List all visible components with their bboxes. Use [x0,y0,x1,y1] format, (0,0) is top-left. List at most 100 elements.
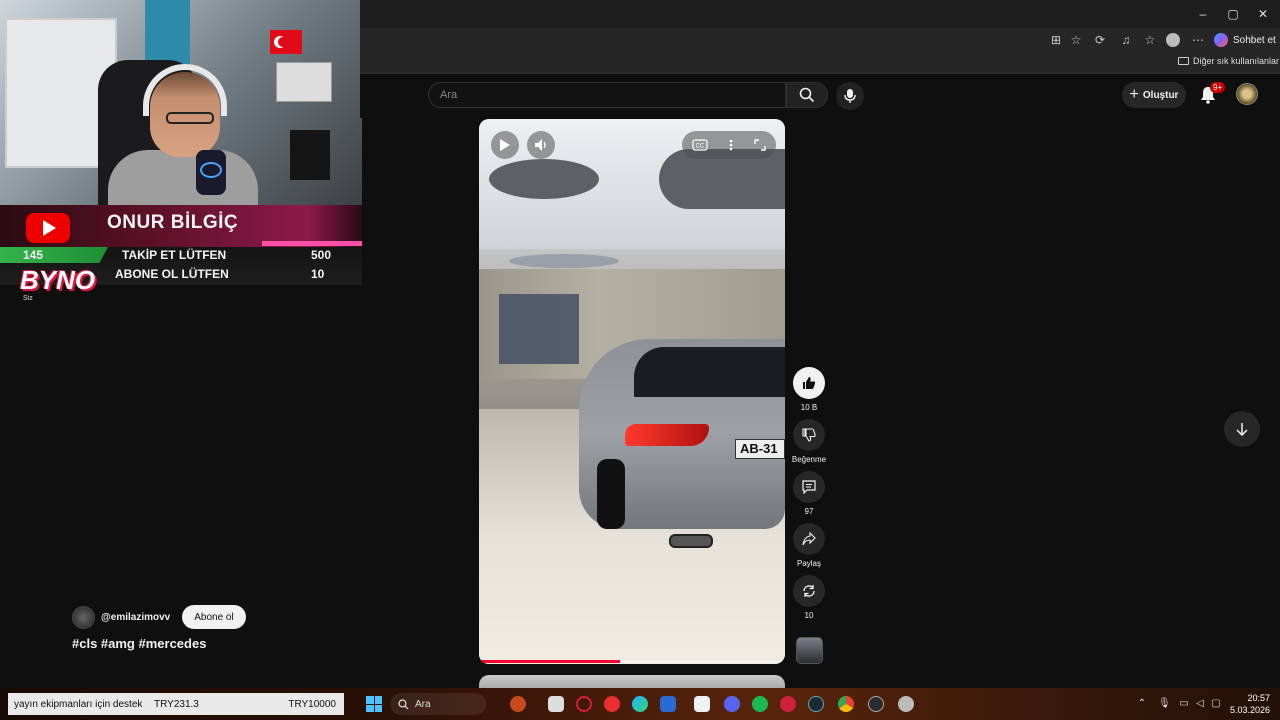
steam-icon[interactable] [808,696,824,712]
play-button[interactable] [491,131,519,159]
copilot-icon [1214,33,1228,47]
video-progress-fill [479,660,620,663]
byno-logo: BYNO [20,265,96,295]
network-icon[interactable]: ▭ [1178,698,1190,710]
favorite-star-icon[interactable]: ☆ [1068,32,1084,48]
volume-tray-icon[interactable]: ◁ [1194,698,1206,710]
video-progress-bar[interactable] [479,660,785,663]
video-curtain [499,294,579,364]
browser-essentials-icon[interactable]: ♫ [1118,32,1134,48]
share-button[interactable] [793,523,825,555]
maximize-button[interactable]: ▢ [1218,4,1248,24]
like-action[interactable]: 10 B [793,367,825,412]
share-label: Paylaş [796,559,821,568]
start-button[interactable] [366,696,382,712]
comment-count: 97 [804,507,814,516]
chrome-icon[interactable] [838,696,854,712]
microphone-tray-icon[interactable]: 🎙 [1158,698,1171,710]
play-icon [500,139,510,151]
streamer-name: ONUR BİLGİÇ [107,212,239,233]
remix-button[interactable] [793,575,825,607]
copilot-label: Sohbet et [1233,34,1276,46]
shorts-video-player[interactable]: AB-31 CC [479,119,785,664]
license-plate: AB-31 [735,439,785,459]
obs-icon[interactable] [868,696,884,712]
microphone-icon [844,89,856,103]
channel-avatar[interactable] [72,605,95,629]
next-video-button[interactable] [1224,411,1260,447]
video-hashtags[interactable]: #cls #amg #mercedes [72,636,206,651]
captions-icon[interactable]: CC [692,139,708,151]
search-button[interactable] [786,82,828,108]
share-action[interactable]: Paylaş [793,523,825,568]
browser-titlebar: – ▢ ✕ [360,0,1280,28]
discord-icon[interactable] [724,696,740,712]
create-button[interactable]: + Oluştur [1122,82,1186,108]
windows-taskbar: yayın ekipmanları için destek TRY231.3 T… [0,688,1280,720]
close-button[interactable]: ✕ [1248,4,1278,24]
remix-action[interactable]: 10 [793,575,825,620]
plus-icon: + [1129,86,1139,103]
turkish-flag [270,30,302,54]
address-bar[interactable]: ⊞ ☆ ⟳ ♫ ☆ ⋯ Sohbet et [360,28,1280,52]
video-top-controls: CC [682,131,776,159]
bookmarks-folder[interactable]: Diğer sık kullanılanlar [1178,56,1279,66]
bookmarks-bar: Diğer sık kullanılanlar [360,52,1280,74]
opera-gx-icon[interactable] [780,696,796,712]
more-menu-icon[interactable]: ⋯ [1190,32,1206,48]
byno-sub: Siz [23,295,33,302]
chevron-up-icon[interactable]: ⌃ [1136,698,1148,710]
subscribe-button[interactable]: Abone ol [182,605,246,629]
taskbar-search[interactable]: Ara [390,693,486,715]
comments-action[interactable]: 97 [793,471,825,516]
minimize-button[interactable]: – [1188,4,1218,24]
app-icon-2[interactable] [694,696,710,712]
search-icon [799,87,815,103]
wall-posters [276,62,332,102]
voice-search-button[interactable] [836,82,864,110]
notifications-tray-icon[interactable]: ▢ [1210,698,1222,710]
opera-icon[interactable] [576,696,592,712]
edge-icon[interactable] [632,696,648,712]
youtube-logo-icon [26,213,70,243]
extensions-icon[interactable]: ⟳ [1092,32,1108,48]
favorites-icon[interactable]: ☆ [1142,32,1158,48]
dislike-action[interactable]: Beğenme [791,419,827,464]
volume-button[interactable] [527,131,555,159]
fullscreen-icon[interactable] [753,139,766,151]
remix-count: 10 [804,611,814,620]
donation-ticker: yayın ekipmanları için destek TRY231.3 T… [8,693,344,715]
goal-count: 145 [23,248,44,262]
remix-icon [803,585,815,597]
store-icon[interactable] [660,696,676,712]
goal1-target: 500 [311,248,332,262]
account-avatar[interactable] [1236,83,1258,105]
ticker-price-2: TRY10000 [288,698,336,710]
file-explorer-icon[interactable] [548,696,564,712]
channel-thumbnail[interactable] [796,637,823,664]
channel-handle[interactable]: @emilazimovv [101,612,170,623]
svg-text:CC: CC [696,144,705,150]
create-label: Oluştur [1142,89,1179,101]
system-clock[interactable]: 20:57 5.03.2026 [1226,692,1270,716]
comments-button[interactable] [793,471,825,503]
notifications-button[interactable]: 9+ [1196,82,1226,108]
ticker-price-1: TRY231.3 [154,698,199,710]
more-options-icon[interactable] [729,139,733,151]
app-icon-1[interactable] [510,696,526,712]
yandex-icon[interactable] [604,696,620,712]
profile-icon[interactable] [1166,33,1180,47]
spotify-icon[interactable] [752,696,768,712]
copilot-button[interactable]: Sohbet et [1214,30,1276,50]
split-screen-icon[interactable]: ⊞ [1048,32,1064,48]
like-button[interactable] [793,367,825,399]
car-taillight [625,424,709,446]
dislike-button[interactable] [793,419,825,451]
folder-icon [1178,57,1189,65]
search-box[interactable] [428,82,786,108]
settings-icon[interactable] [898,696,914,712]
streamer-banner: ONUR BİLGİÇ [0,205,362,247]
search-input[interactable] [429,83,785,107]
dislike-label: Beğenme [791,455,827,464]
car-rear-window [634,347,785,397]
